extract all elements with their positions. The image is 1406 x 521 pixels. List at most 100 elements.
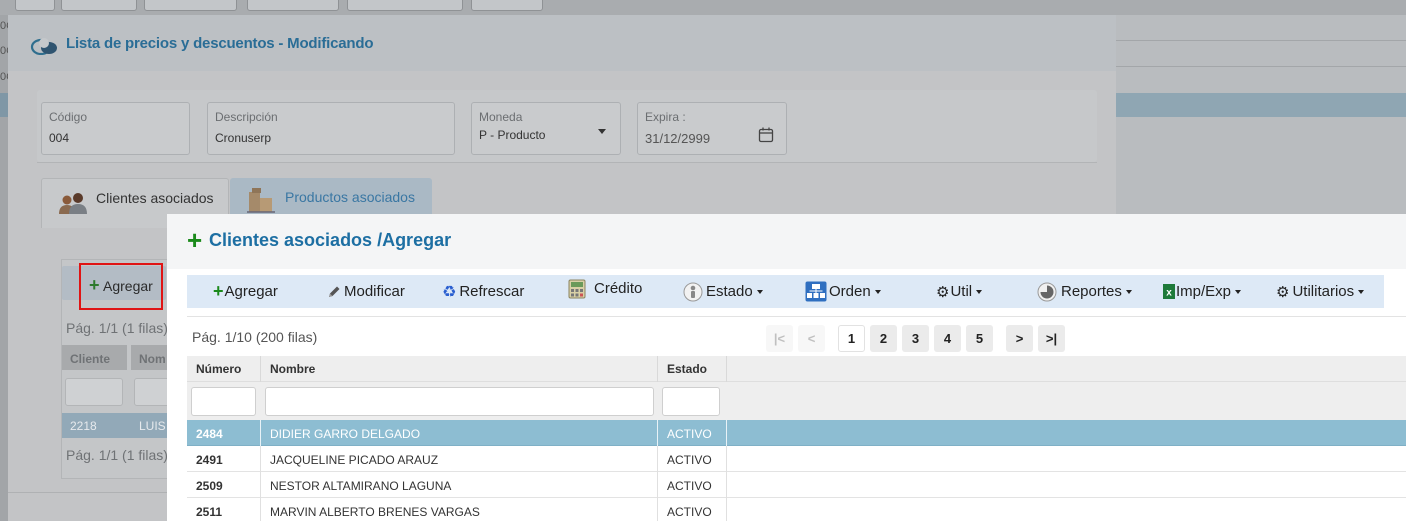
clientes-asociados-panel: + Agregar Pág. 1/1 (1 filas) Cliente Nom… xyxy=(61,259,192,479)
cloud-icon xyxy=(30,38,57,55)
caret-down-icon xyxy=(976,289,983,294)
cell-estado: ACTIVO xyxy=(658,498,727,521)
estado-filter-input[interactable] xyxy=(662,387,720,416)
codigo-field[interactable]: Código 004 xyxy=(41,102,190,155)
tab-clientes-label: Clientes asociados xyxy=(96,190,214,206)
toolbar-credito-button[interactable]: Crédito xyxy=(568,272,642,305)
column-header-estado[interactable]: Estado xyxy=(658,356,727,382)
caret-down-icon xyxy=(1358,289,1365,294)
toolbar-util-dropdown[interactable]: ⚙ Util xyxy=(936,275,983,308)
caret-down-icon xyxy=(874,289,881,294)
calendar-icon[interactable] xyxy=(758,127,774,143)
chevron-down-icon xyxy=(598,129,606,134)
excel-icon: x xyxy=(1163,284,1175,299)
first-page-button[interactable]: |< xyxy=(766,325,793,352)
cell-nombre: DIDIER GARRO DELGADO xyxy=(261,420,658,446)
toolbar-modificar-button[interactable]: Modificar xyxy=(327,275,405,308)
background-row-divider xyxy=(1116,40,1406,41)
background-top-button xyxy=(15,0,55,11)
toolbar-credito-label: Crédito xyxy=(594,280,643,297)
plus-icon: + xyxy=(213,281,224,301)
next-page-button[interactable]: > xyxy=(1006,325,1033,352)
cell-nombre: JACQUELINE PICADO ARAUZ xyxy=(261,446,658,472)
nombre-filter-input[interactable] xyxy=(265,387,654,416)
toolbar-modificar-label: Modificar xyxy=(344,283,405,300)
moneda-value: P - Producto xyxy=(479,128,546,142)
table-row[interactable]: 2484 DIDIER GARRO DELGADO ACTIVO xyxy=(187,420,1406,446)
column-header-nombre[interactable]: Nombre xyxy=(261,356,658,382)
table-row[interactable]: 2491 JACQUELINE PICADO ARAUZ ACTIVO xyxy=(187,446,1406,472)
background-row-divider xyxy=(1116,66,1406,67)
toolbar-impexp-dropdown[interactable]: x Imp/Exp xyxy=(1163,275,1242,308)
inner-pagination-top: Pág. 1/1 (1 filas) xyxy=(66,320,168,336)
toolbar-impexp-label: Imp/Exp xyxy=(1176,283,1232,300)
toolbar-reportes-dropdown[interactable]: Reportes xyxy=(1037,275,1132,308)
inner-col-cliente: Cliente xyxy=(62,345,127,370)
codigo-label: Código xyxy=(49,110,88,124)
background-top-button xyxy=(247,0,339,11)
people-icon xyxy=(59,193,87,214)
dialog-title: Lista de precios y descuentos - Modifica… xyxy=(66,35,374,52)
table-row[interactable]: 2511 MARVIN ALBERTO BRENES VARGAS ACTIVO xyxy=(187,498,1406,521)
toolbar-reportes-label: Reportes xyxy=(1061,283,1122,300)
background-top-button xyxy=(471,0,543,11)
expira-value: 31/12/2999 xyxy=(645,131,711,146)
price-list-form: Código 004 Descripción Cronuserp Moneda … xyxy=(37,90,1097,162)
moneda-label: Moneda xyxy=(479,110,523,124)
moneda-select[interactable]: Moneda P - Producto xyxy=(471,102,621,155)
background-left-strip xyxy=(0,15,8,521)
pagination-info: Pág. 1/10 (200 filas) xyxy=(192,329,318,345)
filter-row xyxy=(187,382,1406,420)
numero-filter-input[interactable] xyxy=(191,387,256,416)
inner-col-nombre: Nom xyxy=(131,345,172,370)
expira-label: Expira : xyxy=(645,110,686,124)
page-button-1[interactable]: 1 xyxy=(838,325,865,352)
toolbar-estado-label: Estado xyxy=(706,283,753,300)
clientes-grid: Pág. 1/10 (200 filas) |< < 1 2 3 4 5 > >… xyxy=(187,316,1406,521)
inner-row-nombre: LUIS xyxy=(139,419,166,433)
background-top-button xyxy=(61,0,137,11)
toolbar-refrescar-label: Refrescar xyxy=(459,283,525,300)
page-button-5[interactable]: 5 xyxy=(966,325,993,352)
svg-text:x: x xyxy=(1166,288,1172,299)
gears-icon: ⚙ xyxy=(936,283,950,301)
page-button-2[interactable]: 2 xyxy=(870,325,897,352)
plus-icon: + xyxy=(89,275,100,295)
cell-estado: ACTIVO xyxy=(658,472,727,498)
background-top-button xyxy=(347,0,463,11)
toolbar-utilitarios-dropdown[interactable]: ⚙ Utilitarios xyxy=(1276,275,1365,308)
recycle-icon: ♻ xyxy=(442,283,457,301)
dialog-header: Lista de precios y descuentos - Modifica… xyxy=(8,15,1116,71)
column-header-numero[interactable]: Número xyxy=(187,356,261,382)
inner-pagination-bottom: Pág. 1/1 (1 filas) xyxy=(66,447,168,463)
prev-page-button[interactable]: < xyxy=(798,325,825,352)
descripcion-field[interactable]: Descripción Cronuserp xyxy=(207,102,455,155)
inner-table-row[interactable]: 2218 LUIS xyxy=(62,413,172,438)
cell-numero: 2509 xyxy=(187,472,261,498)
clientes-agregar-dialog: + Clientes asociados /Agregar + Agregar … xyxy=(167,214,1406,521)
cell-numero: 2511 xyxy=(187,498,261,521)
front-dialog-header: + Clientes asociados /Agregar xyxy=(167,214,1406,269)
page-button-3[interactable]: 3 xyxy=(902,325,929,352)
toolbar-estado-dropdown[interactable]: Estado xyxy=(683,275,763,308)
expira-date-field[interactable]: Expira : 31/12/2999 xyxy=(637,102,787,155)
pencil-icon xyxy=(329,286,340,297)
table-header: Número Nombre Estado xyxy=(187,356,1406,382)
toolbar-orden-label: Orden xyxy=(829,283,871,300)
agregar-button[interactable]: + Agregar xyxy=(79,263,163,310)
page-button-4[interactable]: 4 xyxy=(934,325,961,352)
toolbar-agregar-button[interactable]: + Agregar xyxy=(213,275,278,308)
inner-filter-input[interactable] xyxy=(65,378,123,406)
tab-productos-label: Productos asociados xyxy=(285,189,415,205)
caret-down-icon xyxy=(1235,289,1242,294)
toolbar-agregar-label: Agregar xyxy=(224,283,278,300)
gears-icon: ⚙ xyxy=(1276,283,1290,301)
cell-numero: 2491 xyxy=(187,446,261,472)
toolbar-refrescar-button[interactable]: ♻ Refrescar xyxy=(442,275,524,308)
boxes-icon xyxy=(247,188,275,213)
toolbar-orden-dropdown[interactable]: Orden xyxy=(805,275,881,308)
cell-numero: 2484 xyxy=(187,420,261,446)
table-row[interactable]: 2509 NESTOR ALTAMIRANO LAGUNA ACTIVO xyxy=(187,472,1406,498)
last-page-button[interactable]: >| xyxy=(1038,325,1065,352)
calculator-icon xyxy=(568,279,586,298)
